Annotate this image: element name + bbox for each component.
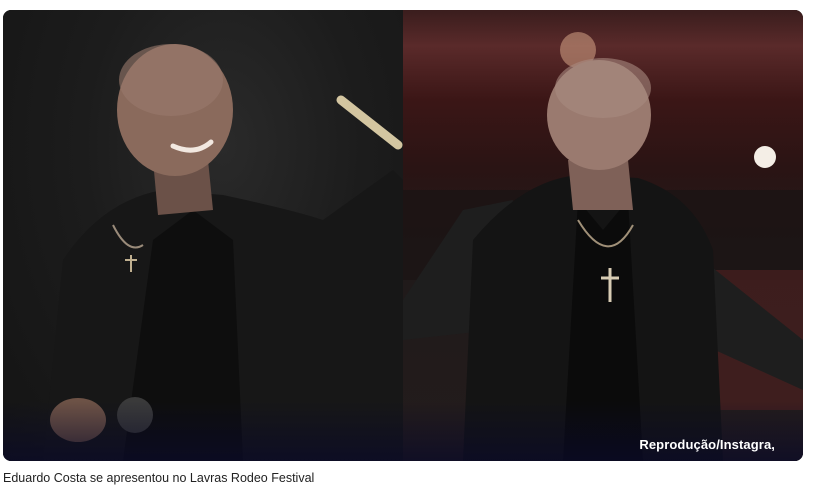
photo-right — [403, 10, 803, 461]
photo-right-illustration — [403, 32, 803, 461]
photo-collage[interactable]: Reprodução/Instagra, — [3, 10, 803, 461]
photo-left-illustration — [43, 44, 403, 461]
photo-credit: Reprodução/Instagra, — [639, 437, 775, 452]
article-figure: Reprodução/Instagra, Eduardo Costa se ap… — [0, 0, 815, 503]
bottom-gradient-overlay — [3, 401, 803, 461]
figure-caption: Eduardo Costa se apresentou no Lavras Ro… — [3, 471, 315, 485]
photo-left — [3, 10, 403, 461]
